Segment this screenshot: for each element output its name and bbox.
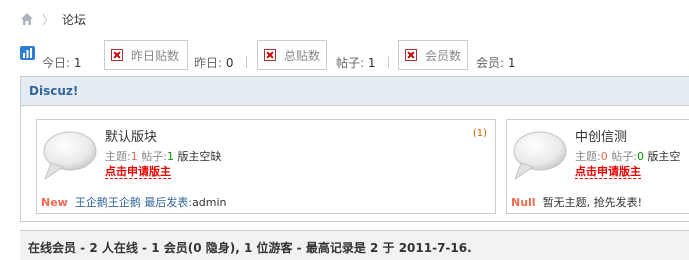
last-post-link[interactable]: 王企鹅王企鹅 [75, 196, 141, 209]
forum-last-post: New 王企鹅王企鹅 最后发表:admin [41, 196, 227, 209]
category-title[interactable]: Discuz! [21, 77, 689, 106]
forum-last-post: Null 暂无主题, 抢先发表! [511, 196, 642, 209]
stat-today: 今日: 1 [42, 56, 82, 70]
forum-bubble-icon[interactable] [511, 129, 569, 181]
broken-image-icon [405, 49, 417, 61]
broken-image-yesterday: 昨日贴数 [104, 40, 188, 70]
chart-icon [20, 46, 35, 60]
broken-image-members: 会员数 [398, 40, 468, 70]
broken-image-icon [111, 49, 123, 61]
apply-moderator-link[interactable]: 点击申请版主 [575, 165, 641, 179]
forum-meta: 主题:0 帖子:0 版主空 [575, 150, 681, 163]
forum-today-count: (1) [472, 128, 487, 139]
breadcrumb-separator: 〉 [42, 12, 55, 27]
forum-meta: 主题:1 帖子:1 版主空缺 [105, 150, 222, 163]
stat-members: 会员: 1 [476, 56, 516, 70]
forum-card: 中创信测 主题:0 帖子:0 版主空 点击申请版主 Null 暂无主题, 抢先发… [506, 119, 689, 214]
forum-name[interactable]: 中创信测 [575, 126, 627, 145]
home-icon[interactable] [20, 12, 34, 26]
broken-image-icon [264, 49, 276, 61]
breadcrumb-current[interactable]: 论坛 [62, 11, 86, 28]
broken-image-total: 总贴数 [257, 40, 327, 70]
forum-stats: 今日: 1 昨日贴数 昨日: 0 总贴数 帖子: 1 会员数 会员: 1 [20, 40, 689, 70]
online-members-bar[interactable]: 在线会员 - 2 人在线 - 1 会员(0 隐身), 1 位游客 - 最高记录是… [20, 230, 689, 260]
breadcrumb: 〉 论坛 [20, 10, 86, 28]
forum-card: 默认版块 (1) 主题:1 帖子:1 版主空缺 点击申请版主 New 王企鹅王企… [36, 119, 496, 214]
apply-moderator-link[interactable]: 点击申请版主 [105, 165, 171, 179]
stat-divider [388, 56, 389, 68]
category-panel: Discuz! 默认版块 (1) 主题:1 帖子:1 版主空缺 点击申请版主 N… [20, 76, 689, 222]
forum-name[interactable]: 默认版块 [105, 126, 157, 145]
stat-yesterday: 昨日: 0 [194, 56, 234, 70]
stat-divider [246, 56, 247, 68]
forum-bubble-icon[interactable] [41, 129, 99, 181]
stat-posts: 帖子: 1 [336, 56, 376, 70]
